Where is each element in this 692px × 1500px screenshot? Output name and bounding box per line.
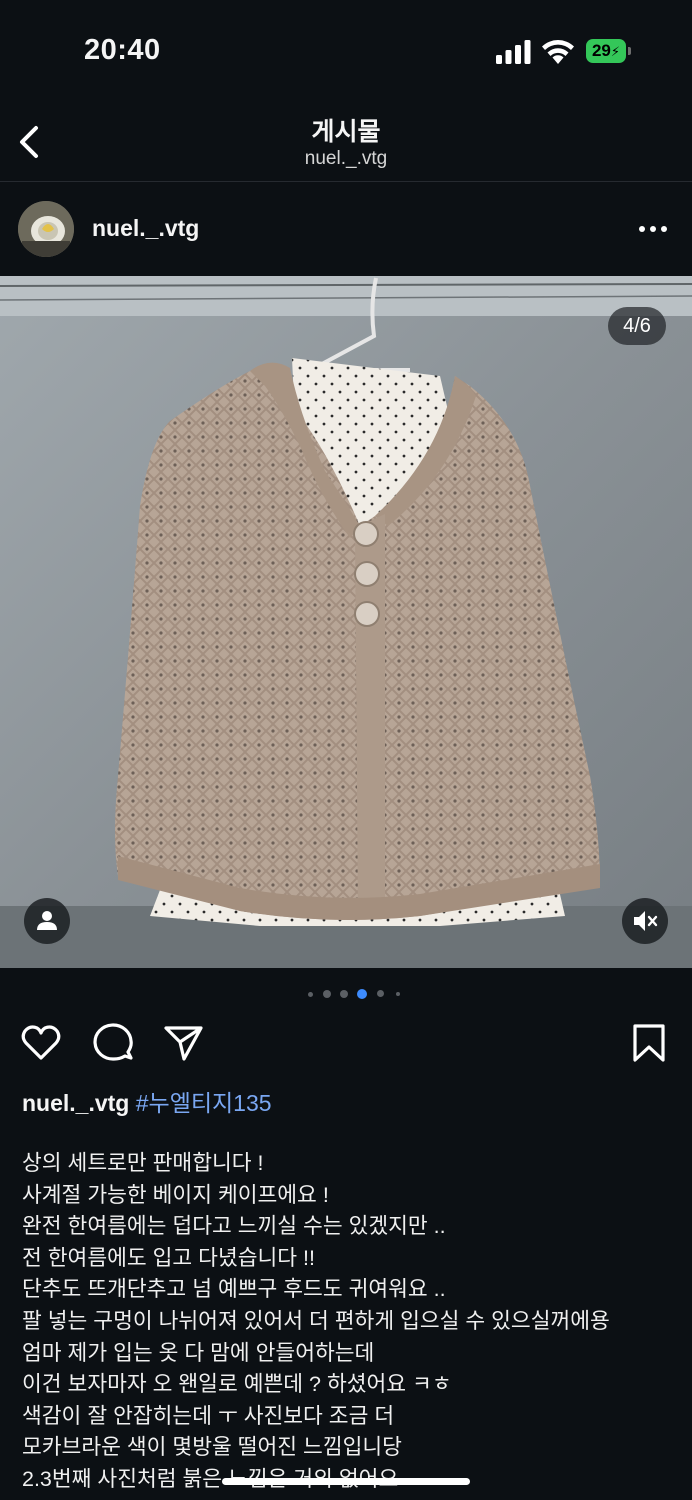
post-header: nuel._.vtg: [0, 182, 692, 276]
wifi-icon: [542, 40, 574, 64]
charging-bolt-icon: ⚡: [610, 44, 621, 59]
caption-hashtag[interactable]: #누엘티지135: [136, 1090, 272, 1116]
caption-username[interactable]: nuel._.vtg: [22, 1090, 129, 1116]
caption-line: 이건 보자마자 오 왠일로 예쁜데 ? 하셨어요 ㅋㅎ: [22, 1372, 452, 1397]
caption-line: 상의 세트로만 판매합니다 !: [22, 1151, 264, 1175]
carousel-dot: [377, 990, 384, 997]
status-time: 20:40: [84, 34, 161, 66]
person-icon: [37, 911, 57, 930]
caption-line: 엄마 제가 입는 옷 다 맘에 안들어하는데: [22, 1340, 375, 1365]
top-navigation: 게시물 nuel._.vtg: [0, 100, 692, 182]
status-bar: 20:40 29⚡: [0, 0, 692, 100]
more-horizontal-icon[interactable]: [634, 218, 674, 240]
send-icon[interactable]: [162, 1022, 204, 1064]
mute-button[interactable]: [622, 898, 668, 944]
post-photo: [0, 276, 692, 968]
caption-line: 색감이 잘 안잡히는데 ㅜ 사진보다 조금 더: [22, 1403, 395, 1428]
caption-line: 완전 한여름에는 덥다고 느끼실 수는 있겠지만 ..: [22, 1214, 446, 1239]
caption-header: nuel._.vtg #누엘티지135: [22, 1084, 272, 1118]
post-actions: [0, 1018, 692, 1068]
avatar-image: [18, 201, 74, 257]
post-username[interactable]: nuel._.vtg: [92, 215, 199, 242]
page-title: 게시물: [311, 118, 381, 146]
carousel-dot: [396, 992, 400, 996]
caption-line: 전 한여름에도 입고 다녔습니다 !!: [22, 1245, 315, 1270]
caption-line: 단추도 뜨개단추고 넘 예쁘구 후드도 귀여워요 ..: [22, 1277, 446, 1302]
caption-text: 상의 세트로만 판매합니다 ! 사계절 가능한 베이지 케이프에요 ! 완전 한…: [22, 1148, 682, 1496]
media-counter: 4/6: [608, 307, 666, 345]
carousel-dot: [323, 990, 331, 998]
signal-icon: [496, 40, 531, 64]
home-indicator[interactable]: [222, 1478, 470, 1485]
battery-level: 29⚡: [586, 39, 626, 63]
speaker-muted-icon: [634, 911, 658, 931]
carousel-dot: [340, 990, 348, 998]
carousel-dot-active: [357, 989, 367, 999]
battery-percent: 29: [591, 41, 611, 60]
comment-icon[interactable]: [92, 1022, 134, 1064]
tag-people-button[interactable]: [24, 898, 70, 944]
carousel-indicator: [0, 986, 692, 1002]
avatar[interactable]: [18, 201, 74, 257]
caption-line: 팔 넣는 구멍이 나뉘어져 있어서 더 편하게 입으실 수 있으실꺼에용: [22, 1308, 610, 1333]
caption-line: 모카브라운 색이 몇방울 떨어진 느낌입니당: [22, 1435, 402, 1460]
post-media[interactable]: 4/6: [0, 276, 692, 968]
bookmark-icon[interactable]: [628, 1022, 670, 1064]
battery-indicator: 29⚡: [586, 39, 632, 64]
heart-icon[interactable]: [20, 1022, 62, 1064]
carousel-dot: [308, 992, 313, 997]
caption-line: 사계절 가능한 베이지 케이프에요 !: [22, 1182, 329, 1207]
page-subtitle[interactable]: nuel._.vtg: [0, 148, 692, 170]
battery-nub: [628, 47, 631, 55]
